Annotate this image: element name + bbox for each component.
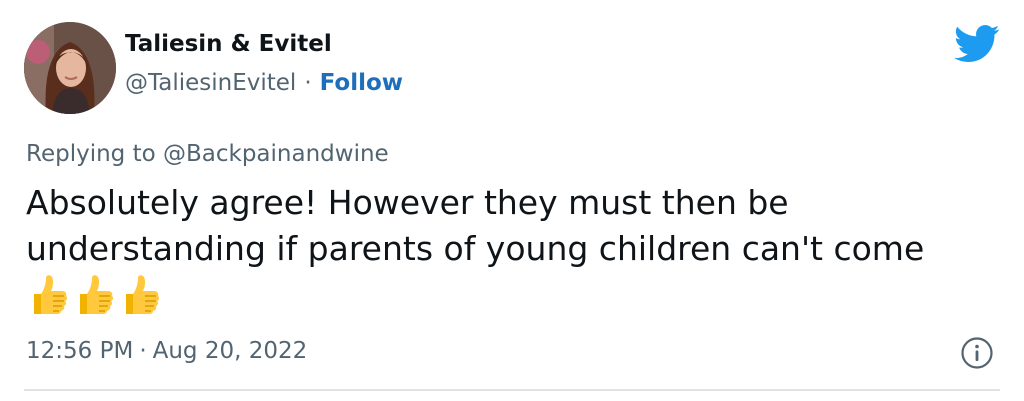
avatar[interactable]	[24, 22, 116, 114]
tweet-text: Absolutely agree! However they must then…	[26, 180, 986, 318]
author-display-name[interactable]: Taliesin & Evitel	[125, 31, 332, 57]
timestamp-separator: ·	[139, 338, 147, 364]
follow-button[interactable]: Follow	[320, 70, 403, 96]
tweet-timestamp[interactable]: 12:56 PM · Aug 20, 2022	[26, 338, 307, 364]
replying-to: Replying to @Backpainandwine	[26, 141, 389, 167]
tweet-body: Absolutely agree! However they must then…	[26, 183, 925, 268]
replying-prefix: Replying to	[26, 141, 156, 167]
divider	[24, 389, 1000, 391]
tweet-card: Taliesin & Evitel @TaliesinEvitel · Follow…	[0, 0, 1024, 401]
reply-target-link[interactable]: @Backpainandwine	[163, 141, 389, 167]
tweet-time: 12:56 PM	[26, 338, 134, 364]
emoji-group	[26, 275, 164, 314]
tweet-date: Aug 20, 2022	[152, 338, 308, 364]
handle-line: @TaliesinEvitel · Follow	[125, 70, 403, 96]
thumbs-up-icon	[26, 272, 70, 318]
handle-separator: ·	[304, 70, 312, 96]
author-handle[interactable]: @TaliesinEvitel	[125, 70, 296, 96]
info-icon[interactable]	[960, 336, 994, 370]
thumbs-up-icon	[118, 272, 162, 318]
thumbs-up-icon	[72, 272, 116, 318]
twitter-bird-icon[interactable]	[954, 24, 1000, 64]
